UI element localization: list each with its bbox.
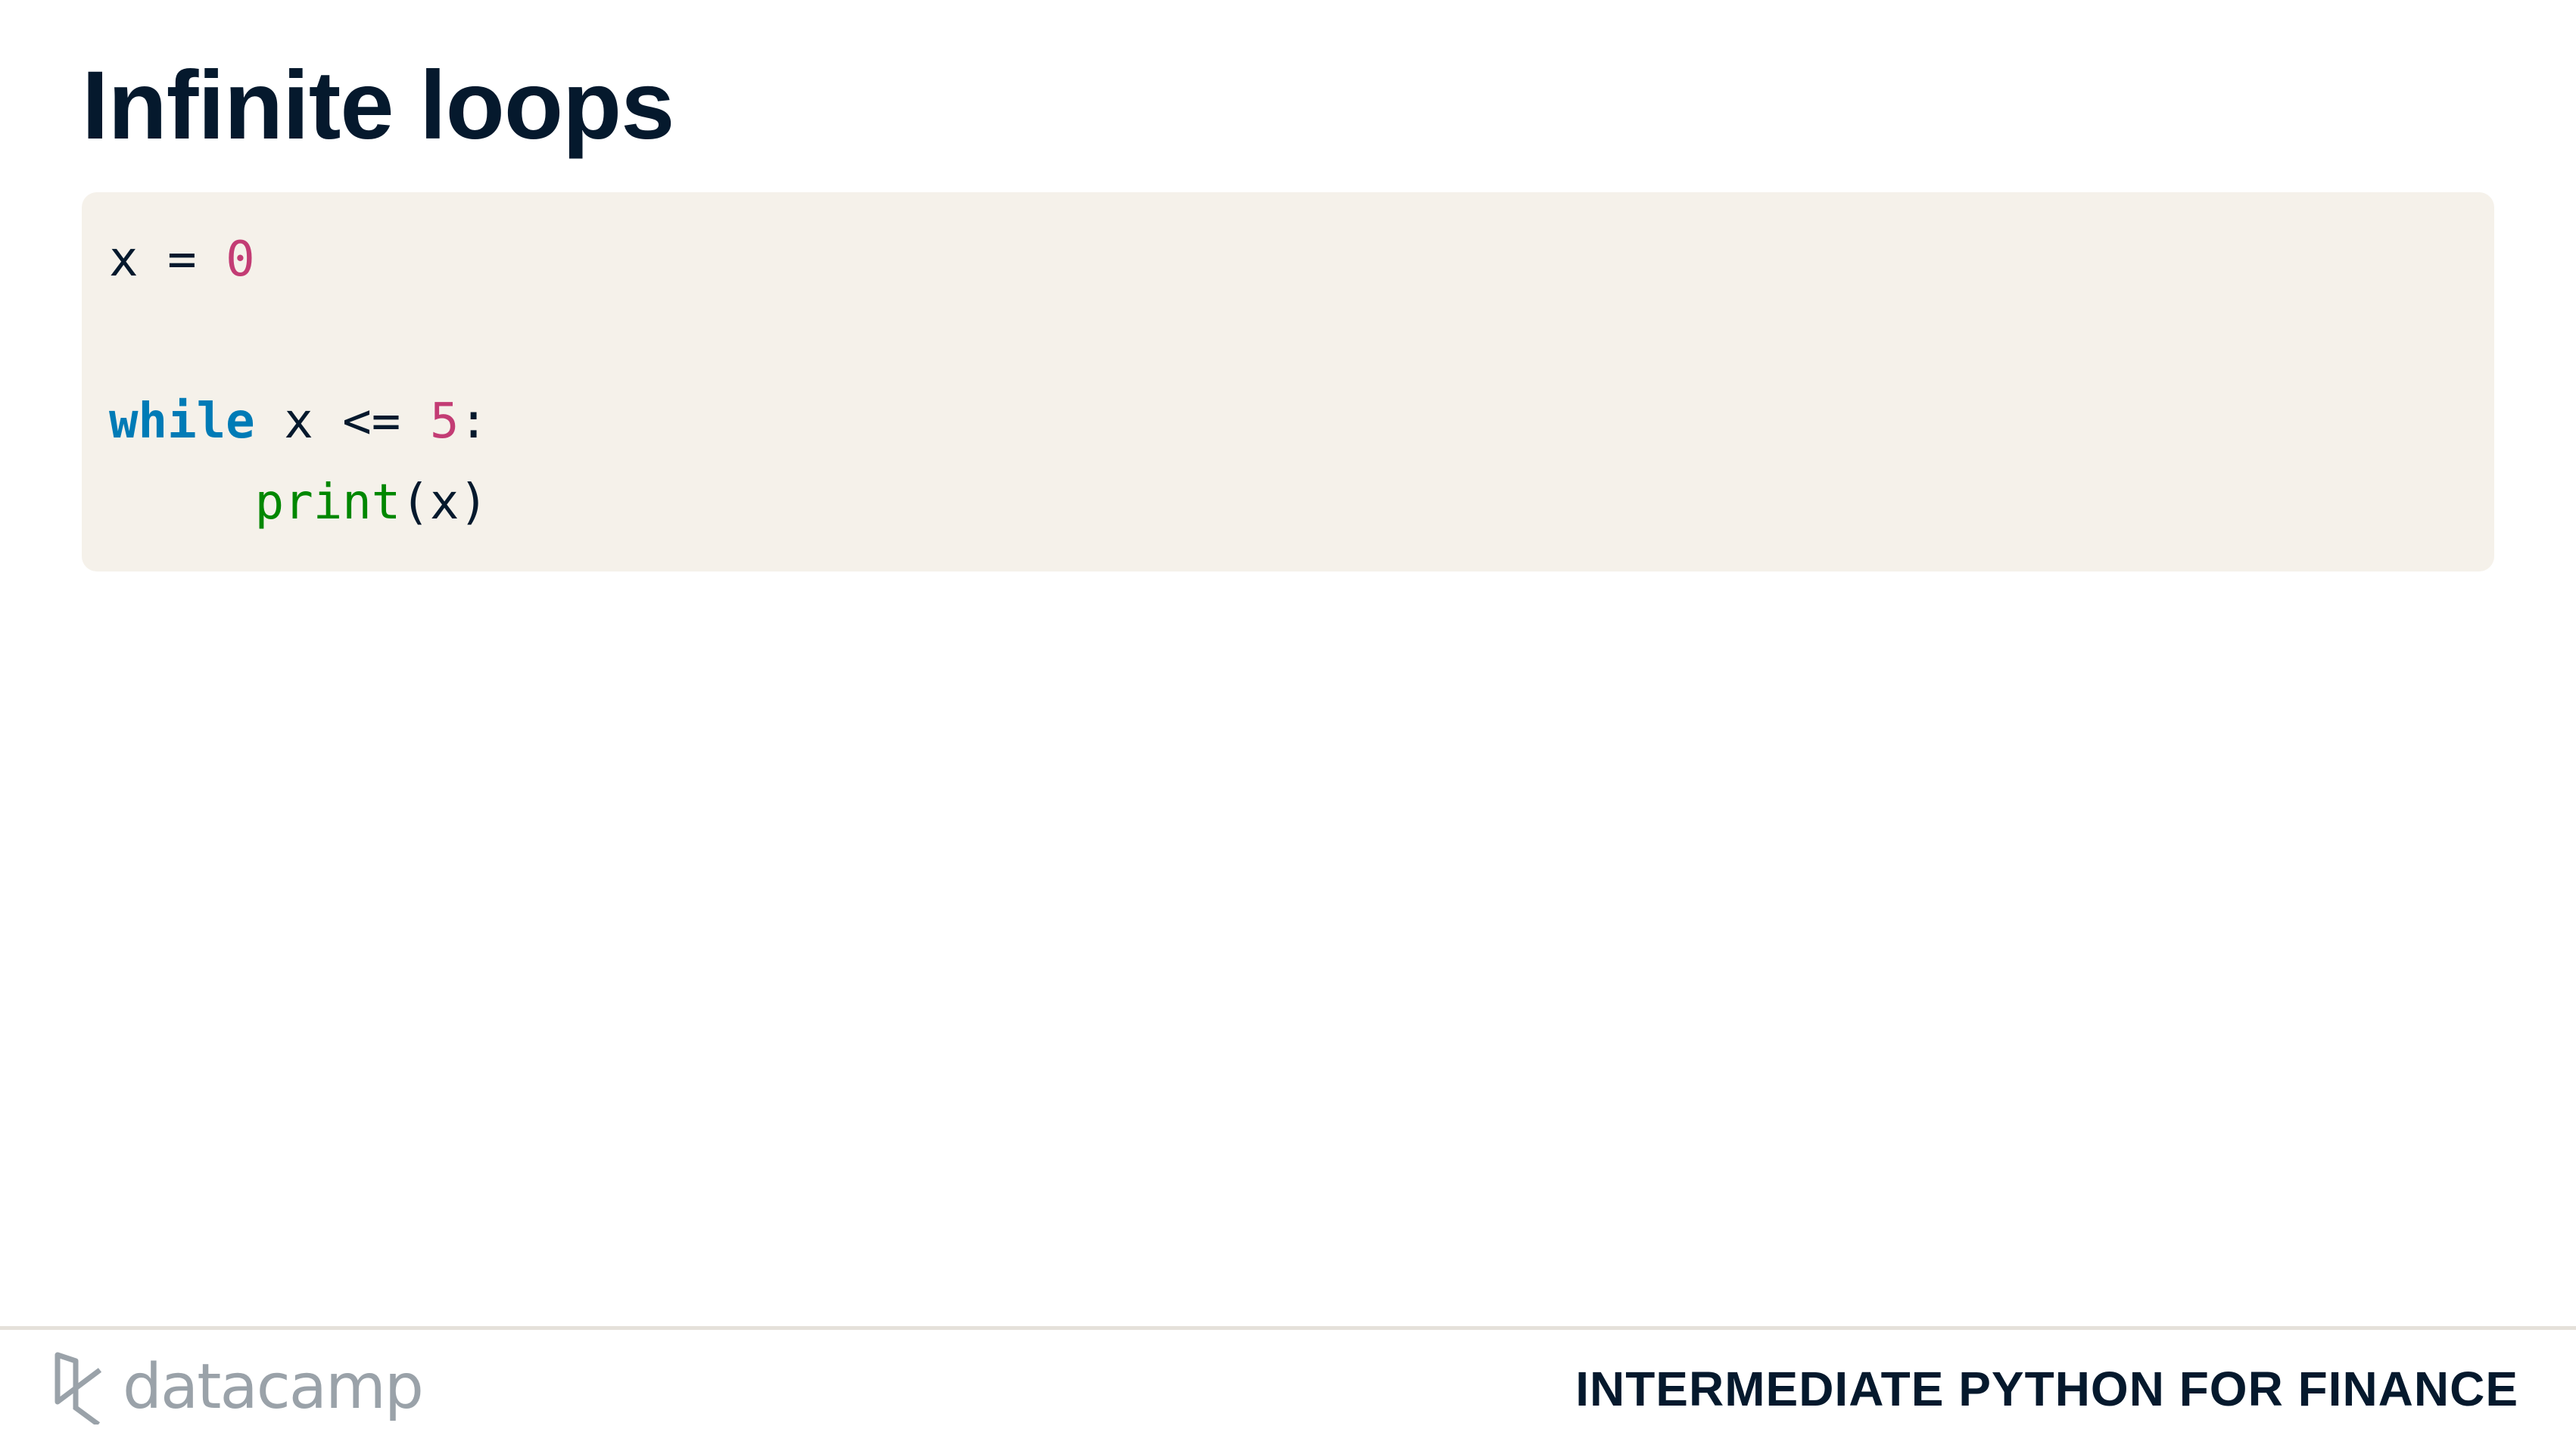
datacamp-wordmark: datacamp bbox=[123, 1350, 424, 1423]
footer-divider bbox=[0, 1326, 2576, 1330]
code-operator: = bbox=[167, 232, 197, 288]
code-var: x bbox=[284, 394, 313, 450]
code-var: x bbox=[109, 232, 139, 288]
code-number: 0 bbox=[226, 232, 255, 288]
course-title: INTERMEDIATE PYTHON FOR FINANCE bbox=[1575, 1362, 2518, 1416]
code-keyword: while bbox=[109, 394, 255, 450]
code-args: (x) bbox=[400, 475, 488, 531]
code-operator: <= bbox=[342, 394, 401, 450]
code-colon: : bbox=[459, 394, 488, 450]
code-line-2: while x <= 5: bbox=[109, 394, 488, 450]
code-line-3: print(x) bbox=[109, 475, 488, 531]
code-line-1: x = 0 bbox=[109, 232, 255, 288]
code-number: 5 bbox=[429, 394, 459, 450]
datacamp-logo-icon bbox=[55, 1352, 102, 1425]
code-function: print bbox=[254, 475, 401, 531]
datacamp-logo: datacamp bbox=[53, 1349, 424, 1425]
slide-title: Infinite loops bbox=[82, 51, 674, 160]
code-block: x = 0 while x <= 5: print(x) bbox=[82, 192, 2494, 571]
